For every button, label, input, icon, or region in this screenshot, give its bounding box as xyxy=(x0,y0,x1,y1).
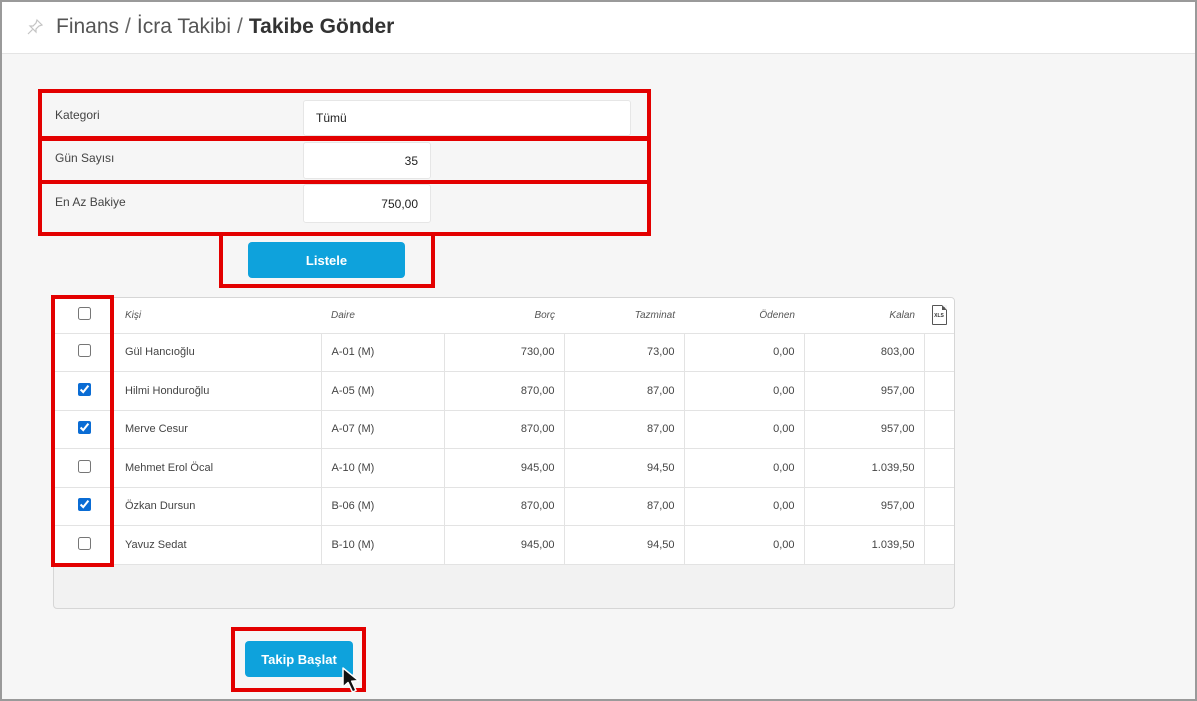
cell-kalan: 957,00 xyxy=(804,410,925,449)
column-header-kalan[interactable]: Kalan xyxy=(804,298,924,334)
cell-kalan: 1.039,50 xyxy=(804,525,925,565)
cell-odenen: 0,00 xyxy=(684,371,805,411)
cell-kalan: 1.039,50 xyxy=(804,448,925,488)
table-row[interactable]: Yavuz Sedat B-10 (M) 945,00 94,50 0,00 1.039,… xyxy=(54,525,954,565)
row-checkbox[interactable] xyxy=(77,459,91,473)
cell-daire: B-06 (M) xyxy=(321,487,445,526)
column-header-borc[interactable]: Borç xyxy=(444,298,564,334)
form-row-en-az-bakiye: En Az Bakiye 750,00 xyxy=(40,181,648,231)
row-checkbox[interactable] xyxy=(77,421,91,435)
cell-tazminat: 94,50 xyxy=(564,448,685,488)
table-row[interactable]: Gül Hancıoğlu A-01 (M) 730,00 73,00 0,00 803,… xyxy=(54,333,954,372)
cell-odenen: 0,00 xyxy=(684,333,805,372)
table-row[interactable]: Hilmi Honduroğlu A-05 (M) 870,00 87,00 0,00 9… xyxy=(54,371,954,411)
select-all-cell xyxy=(54,298,114,334)
cell-empty xyxy=(924,448,954,488)
xls-icon[interactable]: XLS xyxy=(931,305,947,326)
table-row[interactable]: Mehmet Erol Öcal A-10 (M) 945,00 94,50 0,00 1… xyxy=(54,448,954,488)
cell-kisi: Merve Cesur xyxy=(114,410,322,449)
kategori-label: Kategori xyxy=(55,108,100,122)
listele-button[interactable]: Listele xyxy=(248,242,405,278)
takip-baslat-button[interactable]: Takip Başlat xyxy=(245,641,353,677)
row-checkbox[interactable] xyxy=(77,344,91,358)
column-header-odenen[interactable]: Ödenen xyxy=(684,298,804,334)
gun-sayisi-value: 35 xyxy=(404,153,418,168)
row-select-cell xyxy=(54,410,114,449)
cell-borc: 870,00 xyxy=(444,410,565,449)
row-select-cell xyxy=(54,333,114,372)
cell-kalan: 957,00 xyxy=(804,371,925,411)
cell-tazminat: 87,00 xyxy=(564,371,685,411)
cell-odenen: 0,00 xyxy=(684,410,805,449)
cell-kalan: 957,00 xyxy=(804,487,925,526)
row-select-cell xyxy=(54,448,114,488)
breadcrumb-item-finans[interactable]: Finans xyxy=(56,15,119,38)
table-header-row: Kişi Daire Borç Tazminat Ödenen Kalan XL… xyxy=(54,298,954,334)
cell-borc: 945,00 xyxy=(444,525,565,565)
page-header: Finans / İcra Takibi / Takibe Gönder xyxy=(2,2,1195,54)
cell-odenen: 0,00 xyxy=(684,487,805,526)
cell-daire: B-10 (M) xyxy=(321,525,445,565)
table-row[interactable]: Merve Cesur A-07 (M) 870,00 87,00 0,00 957,00 xyxy=(54,410,954,449)
debtor-table-container: Kişi Daire Borç Tazminat Ödenen Kalan XL… xyxy=(53,297,955,609)
row-checkbox[interactable] xyxy=(77,498,91,512)
cell-odenen: 0,00 xyxy=(684,448,805,488)
row-select-cell xyxy=(54,487,114,526)
cell-kisi: Gül Hancıoğlu xyxy=(114,333,322,372)
en-az-bakiye-value: 750,00 xyxy=(381,196,418,211)
mouse-pointer-icon xyxy=(342,667,360,693)
en-az-bakiye-label: En Az Bakiye xyxy=(55,195,126,209)
gun-sayisi-input[interactable]: 35 xyxy=(303,142,431,179)
row-select-cell xyxy=(54,525,114,565)
export-cell: XLS xyxy=(924,298,954,334)
cell-tazminat: 87,00 xyxy=(564,487,685,526)
debtor-table: Kişi Daire Borç Tazminat Ödenen Kalan XL… xyxy=(54,298,954,565)
cell-empty xyxy=(924,487,954,526)
row-select-cell xyxy=(54,371,114,411)
cell-kisi: Mehmet Erol Öcal xyxy=(114,448,322,488)
cell-borc: 870,00 xyxy=(444,487,565,526)
row-checkbox[interactable] xyxy=(77,536,91,550)
form-row-kategori: Kategori Tümü xyxy=(40,92,648,137)
table-body: Gül Hancıoğlu A-01 (M) 730,00 73,00 0,00 803,… xyxy=(54,333,954,565)
kategori-select[interactable]: Tümü xyxy=(303,100,631,136)
column-header-kisi[interactable]: Kişi xyxy=(114,298,321,334)
cell-kisi: Yavuz Sedat xyxy=(114,525,322,565)
cell-kisi: Hilmi Honduroğlu xyxy=(114,371,322,411)
cell-tazminat: 94,50 xyxy=(564,525,685,565)
cell-daire: A-01 (M) xyxy=(321,333,445,372)
cell-borc: 730,00 xyxy=(444,333,565,372)
pin-icon[interactable] xyxy=(26,18,44,36)
breadcrumb-separator: / xyxy=(125,15,131,38)
cell-borc: 945,00 xyxy=(444,448,565,488)
cell-borc: 870,00 xyxy=(444,371,565,411)
breadcrumb-item-icra-takibi[interactable]: İcra Takibi xyxy=(137,15,231,38)
cell-kisi: Özkan Dursun xyxy=(114,487,322,526)
row-checkbox[interactable] xyxy=(77,382,91,396)
cell-tazminat: 87,00 xyxy=(564,410,685,449)
breadcrumb: Finans / İcra Takibi / Takibe Gönder xyxy=(56,15,394,39)
en-az-bakiye-input[interactable]: 750,00 xyxy=(303,184,431,223)
kategori-value: Tümü xyxy=(316,111,347,125)
page-title: Takibe Gönder xyxy=(248,15,395,38)
cell-daire: A-10 (M) xyxy=(321,448,445,488)
form-row-gun-sayisi: Gün Sayısı 35 xyxy=(40,138,648,180)
cell-odenen: 0,00 xyxy=(684,525,805,565)
cell-empty xyxy=(924,333,954,372)
column-header-tazminat[interactable]: Tazminat xyxy=(564,298,684,334)
cell-daire: A-05 (M) xyxy=(321,371,445,411)
cell-empty xyxy=(924,371,954,411)
cell-empty xyxy=(924,410,954,449)
cell-tazminat: 73,00 xyxy=(564,333,685,372)
breadcrumb-separator: / xyxy=(237,15,243,38)
cell-daire: A-07 (M) xyxy=(321,410,445,449)
table-row[interactable]: Özkan Dursun B-06 (M) 870,00 87,00 0,00 957,0… xyxy=(54,487,954,526)
gun-sayisi-label: Gün Sayısı xyxy=(55,151,115,165)
cell-empty xyxy=(924,525,954,565)
column-header-daire[interactable]: Daire xyxy=(321,298,444,334)
cell-kalan: 803,00 xyxy=(804,333,925,372)
select-all-checkbox[interactable] xyxy=(77,307,91,321)
